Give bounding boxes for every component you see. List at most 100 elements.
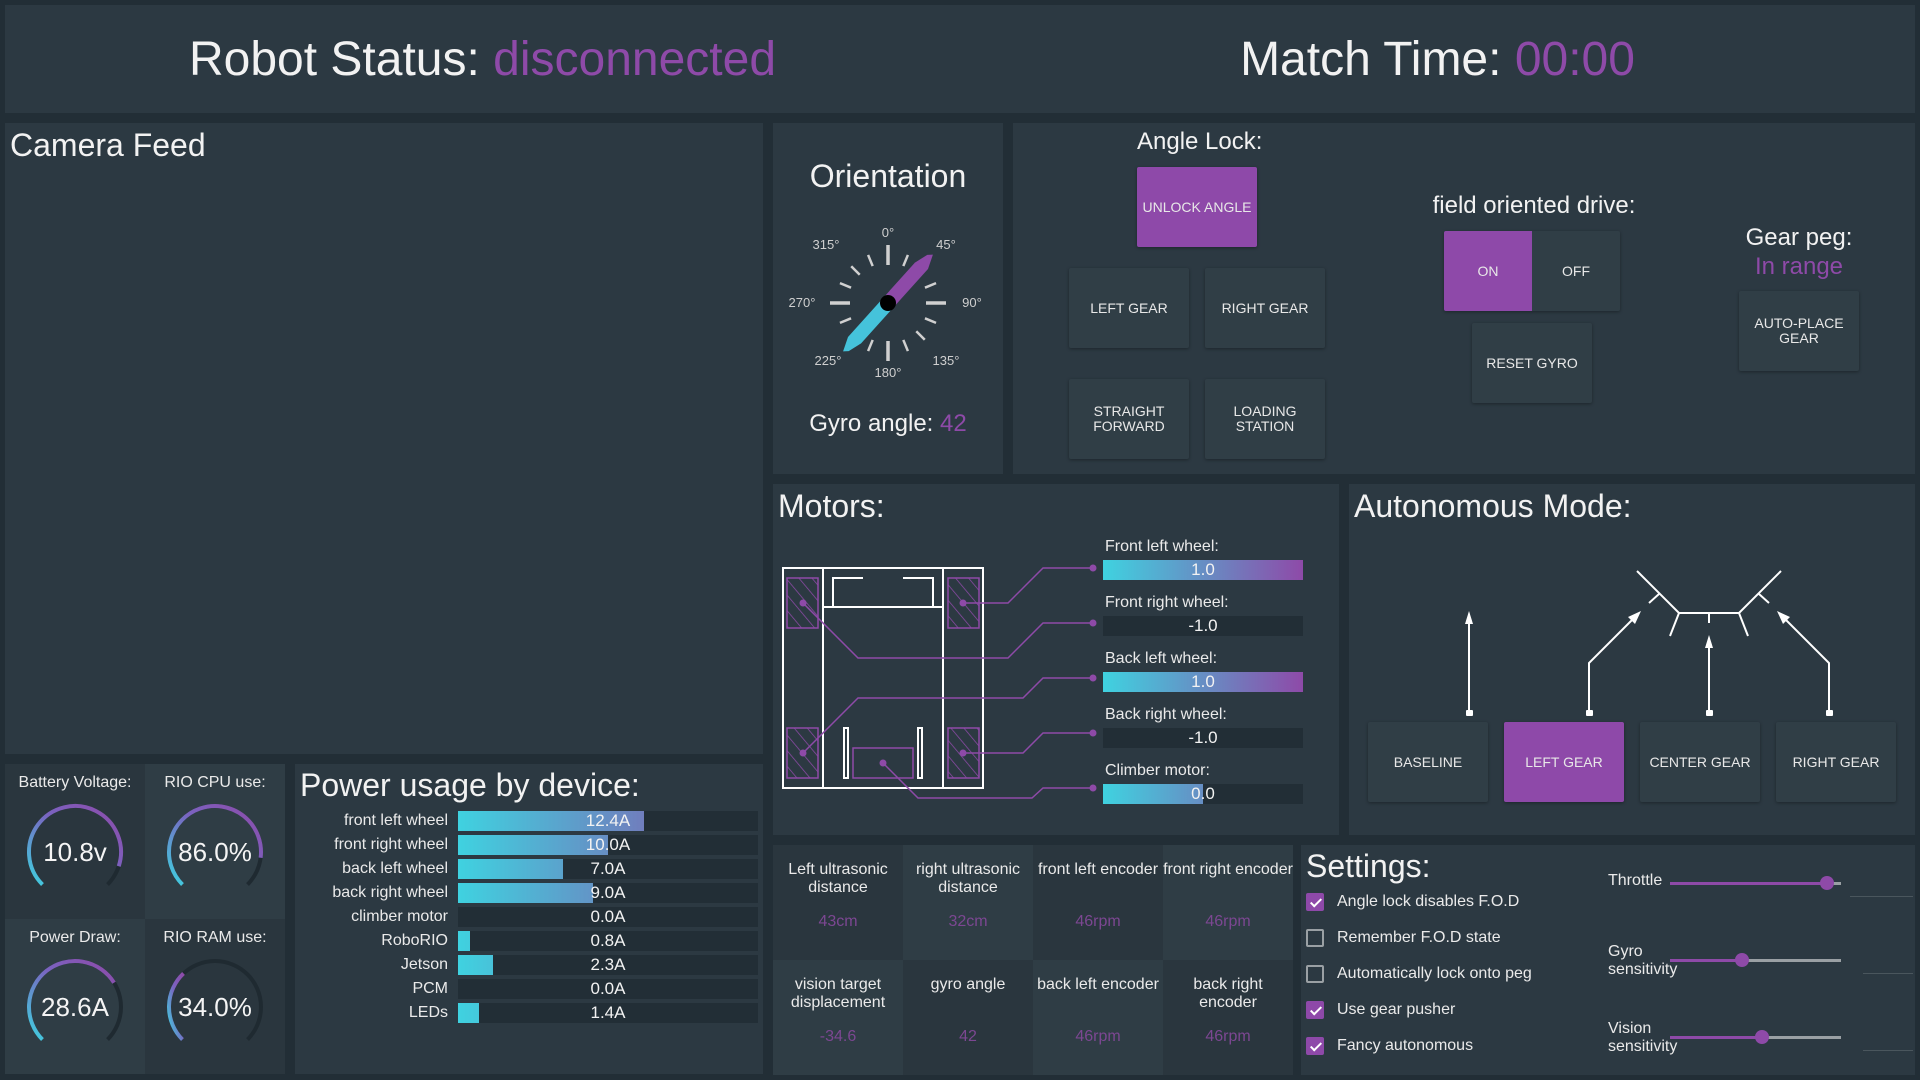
slider-label: Gyro sensitivity: [1608, 943, 1678, 978]
power-row: front left wheel 12.4A: [300, 811, 758, 831]
slider-value-field[interactable]: [1863, 973, 1913, 974]
compass-label: 180°: [875, 365, 902, 380]
slider-value-field[interactable]: [1850, 896, 1913, 897]
gauge-label: RIO CPU use:: [164, 774, 266, 791]
slider-label: Throttle: [1608, 872, 1663, 889]
compass-tick: [924, 281, 937, 289]
power-bar-track: 0.0A: [458, 979, 758, 999]
settings-checkbox-label[interactable]: Use gear pusher: [1337, 1001, 1455, 1019]
sensor-value: 42: [959, 1028, 977, 1045]
power-bar-track: 0.8A: [458, 931, 758, 951]
power-device-label: back left wheel: [342, 860, 448, 877]
camera-feed-panel: Camera Feed: [5, 123, 763, 754]
right-gear-button[interactable]: RIGHT GEAR: [1205, 268, 1325, 348]
sensor-cell: back left encoder 46rpm: [1033, 960, 1163, 1075]
sensor-value: -34.6: [819, 1028, 857, 1045]
settings-checkbox[interactable]: [1306, 1001, 1324, 1019]
slider-track[interactable]: [1670, 876, 1841, 890]
fod-off-button[interactable]: OFF: [1532, 231, 1620, 311]
unlock-angle-button[interactable]: UNLOCK ANGLE: [1137, 167, 1257, 247]
settings-checkbox-label[interactable]: Fancy autonomous: [1337, 1037, 1473, 1055]
angle-lock-label: Angle Lock:: [1137, 128, 1263, 155]
sensor-label: front right encoder: [1163, 861, 1293, 878]
power-row: climber motor 0.0A: [300, 907, 758, 927]
power-row: RoboRIO 0.8A: [300, 931, 758, 951]
motor-bar: -1.0: [1103, 728, 1303, 748]
settings-checkbox-label[interactable]: Remember F.O.D state: [1337, 929, 1501, 947]
settings-checkbox-label[interactable]: Angle lock disables F.O.D: [1337, 893, 1519, 911]
auto-mode-right-gear-button[interactable]: RIGHT GEAR: [1776, 722, 1896, 802]
power-value: 9.0A: [590, 883, 626, 902]
auto-place-gear-button[interactable]: AUTO-PLACE GEAR: [1739, 291, 1859, 371]
motor-value: 1.0: [1191, 672, 1215, 691]
sensor-label: vision target displacement: [790, 976, 886, 1011]
gauge-label: RIO RAM use:: [163, 929, 267, 946]
settings-checkbox[interactable]: [1306, 965, 1324, 983]
left-gear-button[interactable]: LEFT GEAR: [1069, 268, 1189, 348]
power-row: LEDs 1.4A: [300, 1003, 758, 1023]
motor-value: 0.0: [1191, 784, 1215, 803]
power-usage-title: Power usage by device:: [300, 767, 640, 803]
sensor-cell: back right encoder 46rpm: [1163, 960, 1293, 1075]
slider-thumb[interactable]: [1734, 953, 1749, 967]
settings-checkbox[interactable]: [1306, 1037, 1324, 1055]
settings-checkbox[interactable]: [1306, 893, 1324, 911]
motor-bar: 1.0: [1103, 672, 1303, 692]
straight-forward-button[interactable]: STRAIGHT FORWARD: [1069, 379, 1189, 459]
auto-mode-center-gear-button[interactable]: CENTER GEAR: [1640, 722, 1760, 802]
loading-station-button[interactable]: LOADING STATION: [1205, 379, 1325, 459]
compass-label: 225°: [815, 353, 842, 368]
motor-value: -1.0: [1188, 616, 1218, 635]
fod-toggle: ON OFF: [1444, 231, 1620, 311]
slider-value-field[interactable]: [1863, 1050, 1913, 1051]
compass-tick: [924, 317, 937, 325]
right-gear-path: [1783, 617, 1830, 713]
compass-tick: [839, 281, 852, 289]
compass-tick: [902, 254, 910, 267]
power-row: front right wheel 10.0A: [300, 835, 758, 855]
fod-on-button[interactable]: ON: [1444, 231, 1532, 311]
header-bar: Robot Status: disconnected Match Time: 0…: [5, 5, 1915, 113]
left-gear-path: [1588, 617, 1635, 713]
gauge-cell: RIO RAM use: 34.0%: [145, 919, 285, 1074]
sensor-value: 43cm: [818, 913, 858, 930]
sensor-cell: front left encoder 46rpm: [1033, 845, 1163, 960]
gauge-value: 86.0%: [178, 837, 252, 867]
motor-bar: 0.0: [1103, 784, 1303, 804]
auto-mode-left-gear-button[interactable]: LEFT GEAR: [1504, 722, 1624, 802]
motor-label: Front right wheel:: [1105, 594, 1229, 611]
auto-mode-baseline-button[interactable]: BASELINE: [1368, 722, 1488, 802]
slider-track[interactable]: [1670, 953, 1841, 967]
sensor-label: back right encoder: [1193, 976, 1263, 1011]
compass-tick: [866, 254, 874, 267]
power-device-label: PCM: [412, 980, 448, 997]
orientation-panel: Orientation 0° 45° 90° 135° 180° 225° 270° 315°…: [773, 123, 1003, 474]
robot-status: Robot Status: disconnected: [5, 32, 960, 87]
power-device-label: back right wheel: [332, 884, 448, 901]
settings-checkbox-label[interactable]: Automatically lock onto peg: [1337, 965, 1532, 983]
gyro-value: 42: [940, 410, 967, 437]
sensor-value: 32cm: [948, 913, 988, 930]
arrow-head-icon: [1628, 611, 1641, 624]
sensor-value: 46rpm: [1075, 913, 1121, 930]
compass-label: 270°: [789, 295, 816, 310]
gear-peg-status: In range: [1754, 253, 1844, 280]
compass-label: 315°: [813, 237, 840, 252]
power-bar-track: 1.4A: [458, 1003, 758, 1023]
arrow-head-icon: [1777, 611, 1790, 624]
match-time-label: Match Time:: [1240, 33, 1502, 86]
sensor-grid-panel: Left ultrasonic distance 43cm right ultras…: [773, 845, 1293, 1075]
compass-label: 0°: [882, 225, 894, 240]
arrow-head-icon: [1465, 611, 1473, 624]
gauge-cell: Power Draw: 28.6A: [5, 919, 145, 1074]
settings-checkbox[interactable]: [1306, 929, 1324, 947]
gauge-cell: Battery Voltage: 10.8v: [5, 764, 145, 919]
sensor-value: 46rpm: [1205, 1028, 1251, 1045]
slider-label: Vision sensitivity: [1608, 1020, 1678, 1055]
reset-gyro-button[interactable]: RESET GYRO: [1472, 323, 1592, 403]
power-device-label: front right wheel: [334, 836, 448, 853]
compass-tick: [850, 265, 861, 276]
compass-label: 90°: [962, 295, 982, 310]
slider-track[interactable]: [1670, 1030, 1841, 1044]
start-marker: [1466, 710, 1473, 716]
